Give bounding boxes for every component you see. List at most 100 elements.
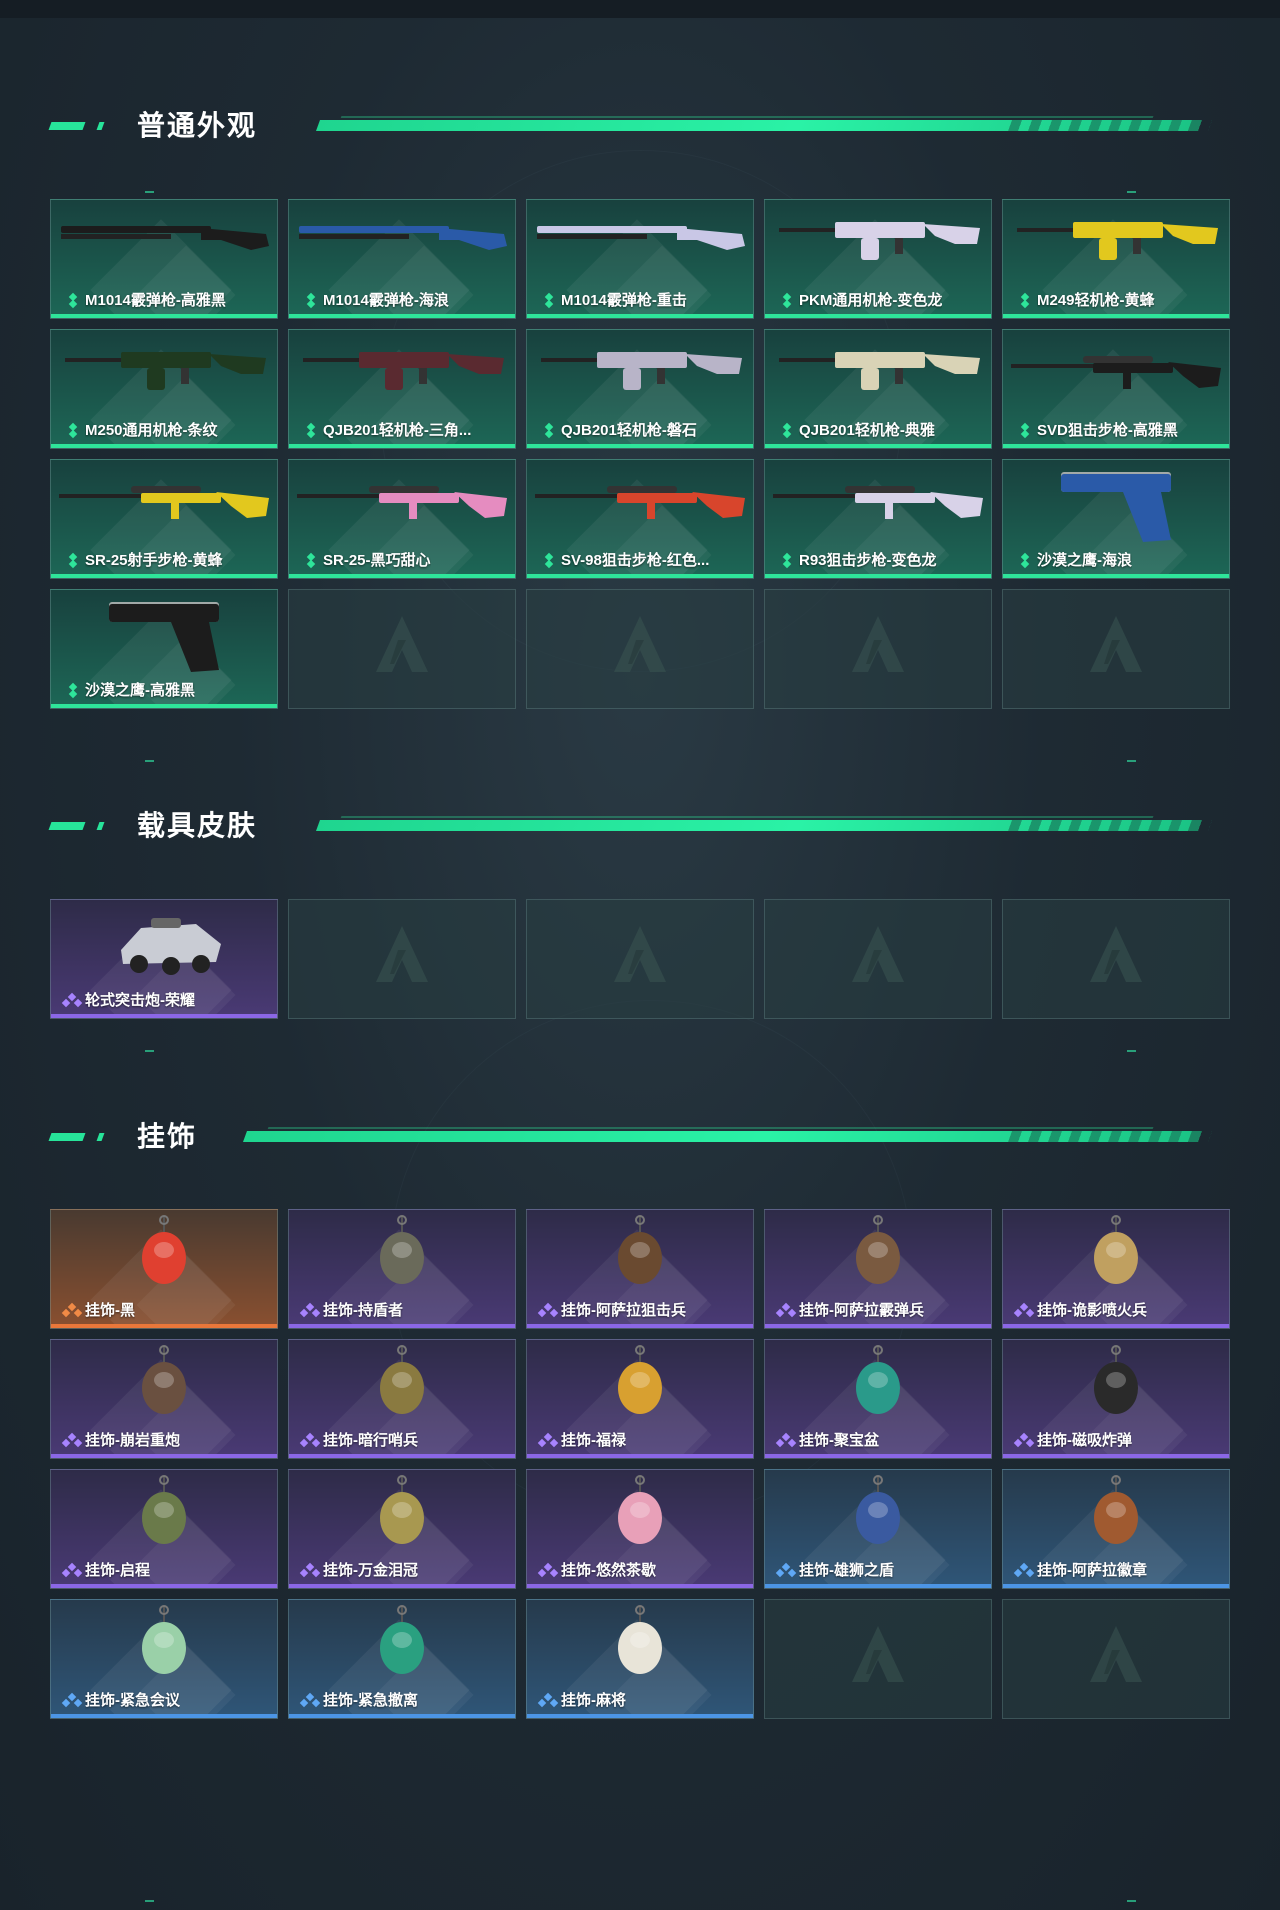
vehicle-icon xyxy=(121,918,221,975)
delta-logo-icon xyxy=(614,616,666,672)
item-name: SVD狙击步枪-高雅黑 xyxy=(1037,422,1178,439)
section-title: 挂饰 xyxy=(137,1121,198,1152)
rarity-stripe xyxy=(51,1454,277,1458)
item-card[interactable]: 挂饰-阿萨拉霰弹兵 xyxy=(764,1209,992,1329)
item-card[interactable]: R93狙击步枪-变色龙 xyxy=(764,459,992,579)
rarity-diamond-icon xyxy=(537,1692,557,1708)
item-card[interactable]: 挂饰-福禄 xyxy=(526,1339,754,1459)
item-card[interactable]: 挂饰-持盾者 xyxy=(288,1209,516,1329)
item-card[interactable]: SV-98狙击步枪-红色... xyxy=(526,459,754,579)
item-card[interactable]: PKM通用机枪-变色龙 xyxy=(764,199,992,319)
delta-logo-icon xyxy=(852,616,904,672)
rarity-stripe xyxy=(765,574,991,578)
item-name: 挂饰-万金泪冠 xyxy=(323,1562,418,1579)
item-card[interactable]: 挂饰-悠然茶歇 xyxy=(526,1469,754,1589)
item-card[interactable]: 挂饰-雄狮之盾 xyxy=(764,1469,992,1589)
rarity-diamond-icon xyxy=(61,1692,81,1708)
item-card[interactable]: SVD狙击步枪-高雅黑 xyxy=(1002,329,1230,449)
rarity-stripe xyxy=(1003,1324,1229,1328)
charm-icon xyxy=(380,1475,424,1544)
rarity-stripe xyxy=(289,1714,515,1718)
item-name: QJB201轻机枪-磐石 xyxy=(561,422,697,439)
item-card[interactable]: 挂饰-黑 xyxy=(50,1209,278,1329)
charm-icon xyxy=(618,1345,662,1414)
item-card[interactable]: 挂饰-诡影喷火兵 xyxy=(1002,1209,1230,1329)
item-card[interactable]: 挂饰-暗行哨兵 xyxy=(288,1339,516,1459)
item-name: QJB201轻机枪-典雅 xyxy=(799,422,935,439)
rarity-stripe xyxy=(289,444,515,448)
item-name: 挂饰-聚宝盆 xyxy=(799,1432,879,1449)
item-name: 挂饰-崩岩重炮 xyxy=(85,1432,180,1449)
delta-logo-icon xyxy=(852,926,904,982)
rarity-stripe xyxy=(527,314,753,318)
item-card[interactable]: 沙漠之鹰-高雅黑 xyxy=(50,589,278,709)
item-card[interactable]: M249轻机枪-黄蜂 xyxy=(1002,199,1230,319)
item-card[interactable]: 沙漠之鹰-海浪 xyxy=(1002,459,1230,579)
machine-gun-icon xyxy=(541,352,742,390)
corner-tick xyxy=(145,760,154,762)
item-card[interactable]: 挂饰-紧急会议 xyxy=(50,1599,278,1719)
rarity-stripe xyxy=(289,1454,515,1458)
rarity-stripe xyxy=(765,1324,991,1328)
sniper-rifle-icon xyxy=(1011,356,1221,389)
shotgun-icon xyxy=(61,226,269,250)
item-card[interactable]: M1014霰弹枪-重击 xyxy=(526,199,754,319)
item-card[interactable]: SR-25射手步枪-黄蜂 xyxy=(50,459,278,579)
item-card[interactable]: 挂饰-麻将 xyxy=(526,1599,754,1719)
top-bar xyxy=(0,0,1280,18)
item-card[interactable]: M1014霰弹枪-高雅黑 xyxy=(50,199,278,319)
rarity-diamond-icon xyxy=(67,422,79,439)
rarity-stripe xyxy=(289,314,515,318)
item-card[interactable]: QJB201轻机枪-磐石 xyxy=(526,329,754,449)
rarity-stripe xyxy=(765,1454,991,1458)
item-card[interactable]: 挂饰-崩岩重炮 xyxy=(50,1339,278,1459)
item-card[interactable]: QJB201轻机枪-典雅 xyxy=(764,329,992,449)
item-name: 挂饰-持盾者 xyxy=(323,1302,403,1319)
item-card[interactable]: 挂饰-万金泪冠 xyxy=(288,1469,516,1589)
charm-icon xyxy=(856,1345,900,1414)
item-card[interactable]: 挂饰-聚宝盆 xyxy=(764,1339,992,1459)
rarity-stripe xyxy=(1003,1584,1229,1588)
item-card[interactable]: 轮式突击炮-荣耀 xyxy=(50,899,278,1019)
item-name: 挂饰-福禄 xyxy=(561,1432,626,1449)
item-name: M1014霰弹枪-高雅黑 xyxy=(85,292,226,309)
item-card[interactable]: SR-25-黑巧甜心 xyxy=(288,459,516,579)
rarity-diamond-icon xyxy=(299,1432,319,1448)
empty-slot xyxy=(1002,1599,1230,1719)
rarity-diamond-icon xyxy=(537,1562,557,1578)
rarity-diamond-icon xyxy=(1013,1432,1033,1448)
item-card[interactable]: QJB201轻机枪-三角... xyxy=(288,329,516,449)
item-name: 挂饰-黑 xyxy=(85,1302,135,1319)
rarity-diamond-icon xyxy=(67,552,79,569)
header-accent-bar xyxy=(48,122,86,130)
item-card[interactable]: 挂饰-阿萨拉徽章 xyxy=(1002,1469,1230,1589)
header-checker-pattern xyxy=(1007,820,1213,831)
charm-icon xyxy=(856,1215,900,1284)
item-name: M1014霰弹枪-海浪 xyxy=(323,292,449,309)
item-card[interactable]: 挂饰-磁吸炸弹 xyxy=(1002,1339,1230,1459)
item-card[interactable]: 挂饰-启程 xyxy=(50,1469,278,1589)
rarity-diamond-icon xyxy=(305,292,317,309)
rarity-stripe xyxy=(765,314,991,318)
section-header: 挂饰 xyxy=(0,1117,1280,1157)
rarity-diamond-icon xyxy=(537,1302,557,1318)
item-name: 挂饰-阿萨拉霰弹兵 xyxy=(799,1302,924,1319)
header-checker-pattern xyxy=(1007,1131,1213,1142)
item-card[interactable]: M250通用机枪-条纹 xyxy=(50,329,278,449)
empty-slot xyxy=(764,589,992,709)
rarity-diamond-icon xyxy=(299,1562,319,1578)
header-accent-bar xyxy=(48,822,86,830)
machine-gun-icon xyxy=(303,352,504,390)
rarity-diamond-icon xyxy=(537,1432,557,1448)
rarity-stripe xyxy=(1003,574,1229,578)
rarity-stripe xyxy=(527,1584,753,1588)
empty-slot xyxy=(1002,589,1230,709)
item-card[interactable]: 挂饰-紧急撤离 xyxy=(288,1599,516,1719)
rarity-stripe xyxy=(51,444,277,448)
section-title: 普通外观 xyxy=(137,110,258,141)
item-card[interactable]: 挂饰-阿萨拉狙击兵 xyxy=(526,1209,754,1329)
empty-slot xyxy=(764,1599,992,1719)
machine-gun-icon xyxy=(1017,222,1218,260)
corner-tick xyxy=(1127,191,1136,193)
item-card[interactable]: M1014霰弹枪-海浪 xyxy=(288,199,516,319)
